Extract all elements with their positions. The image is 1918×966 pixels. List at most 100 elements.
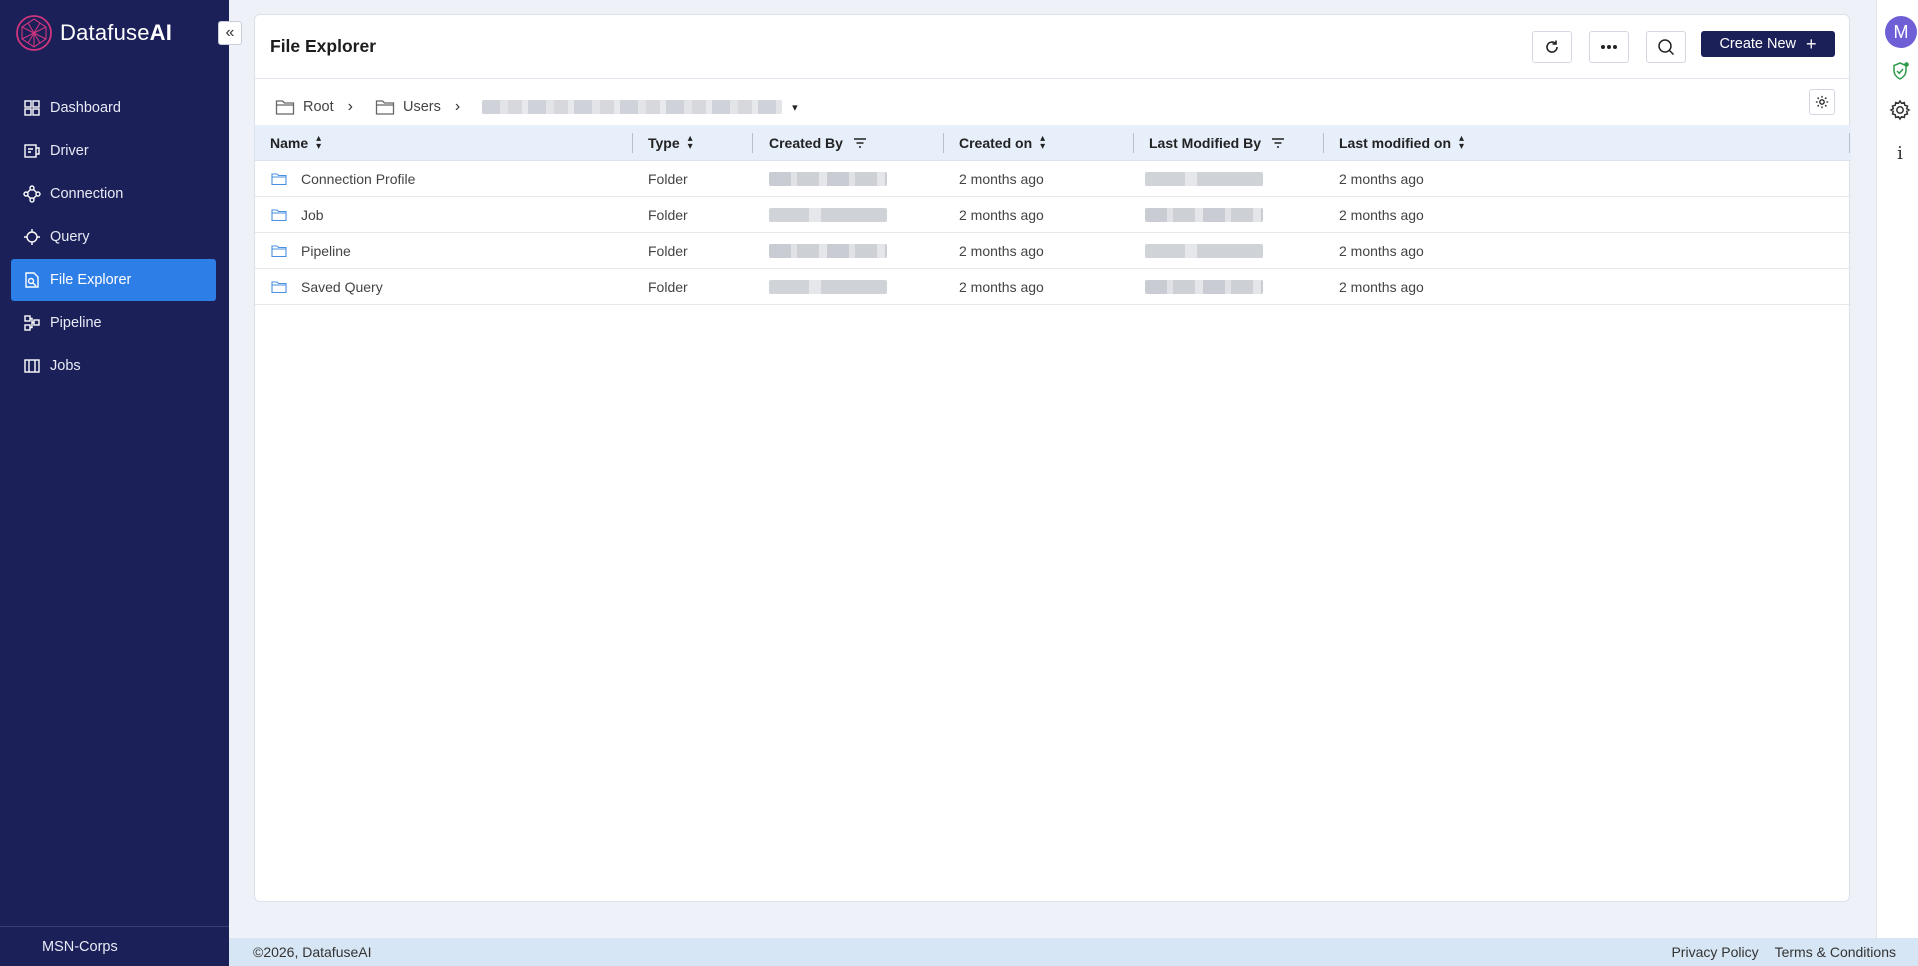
pipeline-icon (24, 315, 40, 331)
type-cell: Folder (648, 207, 688, 223)
created-on-cell: 2 months ago (959, 207, 1044, 223)
sort-icon[interactable]: ▴ ▾ (1040, 134, 1045, 152)
sort-icon[interactable]: ▴ ▾ (316, 134, 321, 152)
more-options-button[interactable] (1589, 31, 1629, 63)
breadcrumb-root[interactable]: Root (275, 98, 334, 116)
table-settings-button[interactable] (1809, 89, 1835, 115)
breadcrumb-current-user[interactable]: ▾ (482, 100, 798, 114)
type-cell: Folder (648, 243, 688, 259)
redacted-user (1145, 208, 1263, 222)
sidebar-item-label: Connection (50, 186, 124, 202)
search-icon (1658, 39, 1675, 56)
ellipsis-icon (1601, 45, 1617, 49)
breadcrumb-users[interactable]: Users (375, 98, 441, 116)
filter-icon[interactable] (1271, 138, 1285, 148)
type-cell: Folder (648, 171, 688, 187)
column-label: Created on (959, 135, 1033, 151)
folder-icon (271, 281, 287, 294)
file-name-cell[interactable]: Pipeline (271, 233, 351, 269)
breadcrumb-root-label: Root (303, 99, 334, 115)
redacted-user (769, 244, 887, 258)
sidebar-item-pipeline[interactable]: Pipeline (11, 302, 216, 344)
collapse-sidebar-button[interactable]: « (218, 21, 242, 45)
column-header-created-by[interactable]: Created By (769, 125, 867, 161)
last-modified-by-cell (1145, 197, 1263, 233)
sidebar-item-driver[interactable]: Driver (11, 130, 216, 172)
created-by-cell (769, 161, 887, 197)
file-name: Job (301, 207, 324, 223)
column-header-last-modified-by[interactable]: Last Modified By (1149, 125, 1285, 161)
file-name-cell[interactable]: Job (271, 197, 324, 233)
filter-icon[interactable] (853, 138, 867, 148)
sidebar-item-jobs[interactable]: Jobs (11, 345, 216, 387)
sort-icon[interactable]: ▴ ▾ (1459, 134, 1464, 152)
jobs-icon (24, 359, 40, 373)
breadcrumb: Root › Users › ▾ (275, 93, 798, 121)
sidebar-item-file-explorer[interactable]: File Explorer (11, 259, 216, 301)
connection-icon (23, 185, 41, 203)
sidebar-item-label: Pipeline (50, 315, 102, 331)
column-label: Type (648, 135, 680, 151)
last-modified-by-cell (1145, 269, 1263, 305)
column-divider[interactable] (1133, 133, 1134, 153)
breadcrumb-users-label: Users (402, 99, 441, 115)
folder-icon (275, 100, 295, 115)
copyright: ©2026, DatafuseAI (253, 944, 372, 960)
column-header-created-on[interactable]: Created on ▴ ▾ (959, 125, 1045, 161)
create-new-button[interactable]: Create New + (1701, 31, 1835, 57)
info-button[interactable]: i (1887, 140, 1913, 166)
terms-link[interactable]: Terms & Conditions (1775, 944, 1896, 960)
last-modified-on-cell: 2 months ago (1339, 279, 1424, 295)
column-label: Last Modified By (1149, 135, 1262, 151)
file-name-cell[interactable]: Connection Profile (271, 161, 415, 197)
sort-icon[interactable]: ▴ ▾ (688, 134, 693, 152)
created-by-cell (769, 233, 887, 269)
sidebar-item-label: Driver (50, 143, 89, 159)
column-divider[interactable] (1323, 133, 1324, 153)
column-divider[interactable] (943, 133, 944, 153)
sidebar-item-query[interactable]: Query (11, 216, 216, 258)
sidebar-item-connection[interactable]: Connection (11, 173, 216, 215)
settings-button[interactable] (1887, 97, 1913, 123)
security-status-button[interactable] (1887, 58, 1913, 84)
avatar[interactable]: M (1885, 16, 1917, 48)
brand-logo[interactable]: DatafuseAI (14, 14, 172, 52)
plus-icon: + (1806, 34, 1817, 54)
files-table: Name ▴ ▾ Type ▴ ▾ Created By Created on ▴ ▾… (255, 125, 1851, 305)
redacted-user (769, 280, 887, 294)
column-divider[interactable] (632, 133, 633, 153)
table-row[interactable]: Job Folder 2 months ago 2 months ago (255, 197, 1851, 233)
page-title: File Explorer (270, 36, 377, 56)
last-modified-by-cell (1145, 233, 1263, 269)
privacy-policy-link[interactable]: Privacy Policy (1671, 944, 1758, 960)
redacted-user (1145, 172, 1263, 186)
column-divider[interactable] (1849, 133, 1850, 153)
sidebar-item-dashboard[interactable]: Dashboard (11, 87, 216, 129)
column-header-type[interactable]: Type ▴ ▾ (648, 125, 693, 161)
gear-icon (1889, 99, 1911, 121)
search-button[interactable] (1646, 31, 1686, 63)
last-modified-on-cell: 2 months ago (1339, 207, 1424, 223)
driver-icon (24, 144, 40, 158)
table-row[interactable]: Saved Query Folder 2 months ago 2 months… (255, 269, 1851, 305)
table-row[interactable]: Connection Profile Folder 2 months ago 2… (255, 161, 1851, 197)
avatar-initial: M (1893, 21, 1909, 42)
sidebar-item-label: Query (50, 229, 90, 245)
sidebar-nav: Dashboard Driver Connection Query File E… (11, 87, 216, 388)
column-label: Created By (769, 135, 843, 151)
column-header-name[interactable]: Name ▴ ▾ (270, 125, 321, 161)
table-row[interactable]: Pipeline Folder 2 months ago 2 months ag… (255, 233, 1851, 269)
created-on-cell: 2 months ago (959, 279, 1044, 295)
type-cell: Folder (648, 279, 688, 295)
org-switcher[interactable]: MSN-Corps (0, 926, 229, 966)
created-on-cell: 2 months ago (959, 171, 1044, 187)
last-modified-on-cell: 2 months ago (1339, 171, 1424, 187)
column-divider[interactable] (752, 133, 753, 153)
column-header-last-modified-on[interactable]: Last modified on ▴ ▾ (1339, 125, 1464, 161)
footer-links: Privacy Policy Terms & Conditions (1671, 944, 1896, 960)
brand-name: DatafuseAI (60, 20, 173, 45)
last-modified-by-cell (1145, 161, 1263, 197)
file-name-cell[interactable]: Saved Query (271, 269, 383, 305)
refresh-button[interactable] (1532, 31, 1572, 63)
chevron-right-icon: › (454, 98, 461, 115)
